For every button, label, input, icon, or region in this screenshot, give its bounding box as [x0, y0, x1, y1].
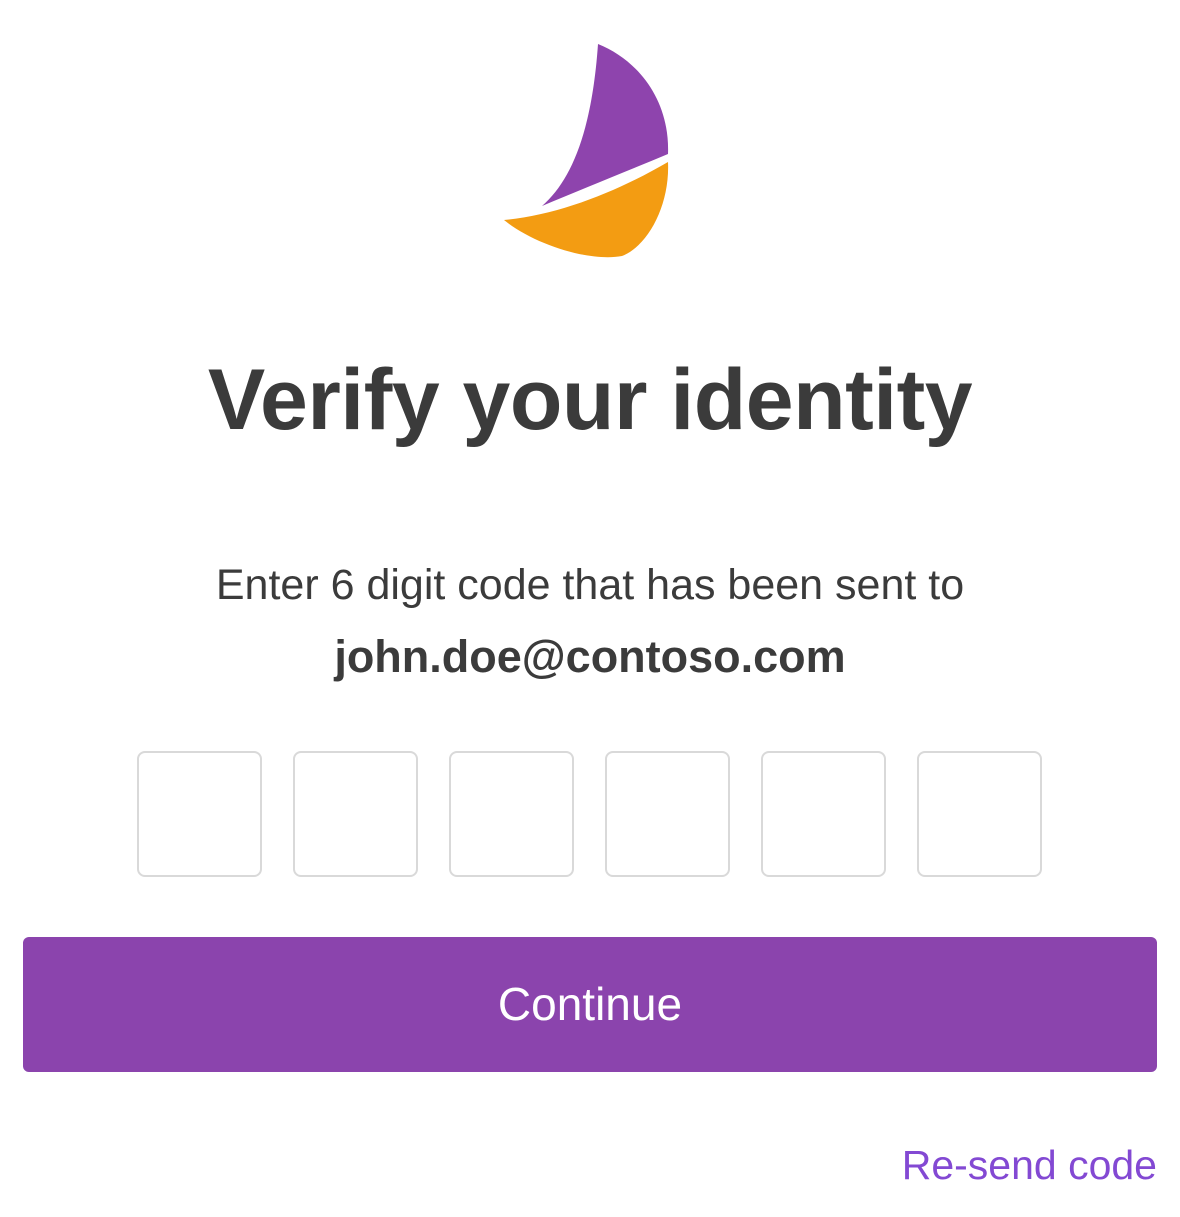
- recipient-email: john.doe@contoso.com: [334, 631, 846, 682]
- code-digit-input-4[interactable]: [605, 751, 730, 877]
- code-digit-input-1[interactable]: [137, 751, 262, 877]
- code-digit-input-2[interactable]: [293, 751, 418, 877]
- resend-code-link[interactable]: Re-send code: [902, 1140, 1157, 1190]
- logo: [500, 40, 675, 262]
- instruction-text: Enter 6 digit code that has been sent to: [215, 561, 965, 609]
- code-digit-input-6[interactable]: [917, 751, 1042, 877]
- continue-button[interactable]: Continue: [23, 937, 1157, 1072]
- code-digit-input-3[interactable]: [449, 751, 574, 877]
- code-input-group: [137, 751, 1043, 877]
- page-title: Verify your identity: [207, 352, 973, 448]
- sailboat-logo-icon: [504, 44, 669, 258]
- code-digit-input-5[interactable]: [761, 751, 886, 877]
